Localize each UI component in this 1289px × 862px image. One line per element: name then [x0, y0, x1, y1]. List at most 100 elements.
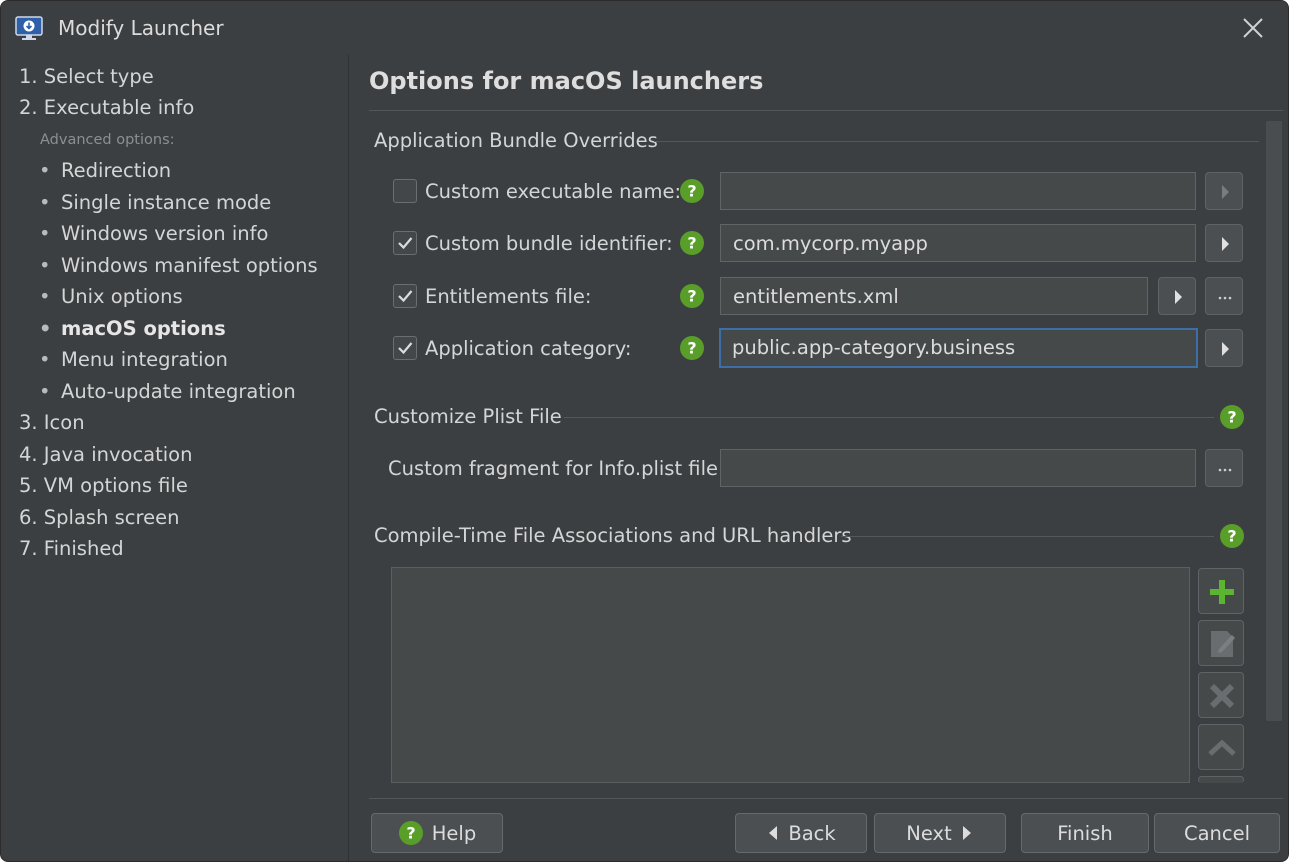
play-arrow-icon [1175, 290, 1182, 304]
application-category-input[interactable]: public.app-category.business [719, 328, 1198, 368]
checkmark-icon [398, 290, 413, 303]
play-arrow-icon [1222, 185, 1229, 199]
ellipsis-icon [1218, 468, 1232, 472]
custom-bundle-identifier-input[interactable]: com.mycorp.myapp [720, 224, 1196, 262]
bullet: • [39, 348, 51, 371]
close-icon[interactable] [1239, 14, 1267, 42]
checkmark-icon [398, 342, 413, 355]
chevron-up-icon [1208, 739, 1236, 756]
move-down-association-button[interactable] [1198, 776, 1244, 783]
help-icon: ? [398, 821, 423, 845]
nav-step-icon[interactable]: 3. Icon [19, 411, 85, 434]
help-icon[interactable]: ? [679, 230, 705, 256]
nav-sub-windows-manifest-options[interactable]: • Windows manifest options [39, 254, 318, 277]
help-button-label: Help [431, 821, 477, 845]
svg-text:?: ? [687, 234, 696, 253]
svg-text:?: ? [687, 339, 696, 358]
help-button[interactable]: ? Help [371, 813, 503, 853]
bullet: • [39, 191, 51, 214]
nav-step-select-type[interactable]: 1. Select type [19, 65, 154, 88]
plist-section-title: Customize Plist File [374, 405, 562, 428]
custom-bundle-identifier-label: Custom bundle identifier: [425, 232, 673, 255]
file-associations-list[interactable] [391, 567, 1190, 783]
plist-fragment-input[interactable] [720, 449, 1196, 487]
chevron-left-icon [769, 826, 778, 840]
nav-sub-menu-integration[interactable]: • Menu integration [39, 348, 228, 371]
entitlements-file-label: Entitlements file: [425, 285, 592, 308]
entitlements-file-input[interactable]: entitlements.xml [720, 277, 1148, 315]
bundle-overrides-section-title: Application Bundle Overrides [374, 129, 658, 152]
checkmark-icon [398, 237, 413, 250]
advanced-options-label: Advanced options: [40, 132, 175, 148]
nav-step-finished[interactable]: 7. Finished [19, 537, 124, 560]
finish-button[interactable]: Finish [1021, 813, 1149, 853]
nav-sub-label: Redirection [61, 159, 172, 182]
help-icon[interactable]: ? [679, 283, 705, 309]
application-category-variable-button[interactable] [1205, 329, 1243, 367]
executable-name-variable-button[interactable] [1205, 172, 1243, 210]
nav-sub-macos-options[interactable]: • macOS options [39, 317, 226, 340]
delete-association-button[interactable] [1198, 672, 1244, 718]
entitlements-browse-button[interactable] [1205, 277, 1243, 315]
bullet: • [39, 380, 51, 403]
custom-bundle-identifier-checkbox[interactable] [393, 231, 417, 255]
ellipsis-icon [1218, 296, 1232, 300]
svg-text:?: ? [1227, 408, 1236, 427]
entitlements-variable-button[interactable] [1158, 277, 1196, 315]
bullet: • [39, 285, 51, 308]
nav-sub-label: Auto-update integration [61, 380, 296, 403]
nav-sub-unix-options[interactable]: • Unix options [39, 285, 183, 308]
help-icon[interactable]: ? [1219, 404, 1245, 430]
svg-text:?: ? [406, 824, 415, 843]
svg-text:?: ? [1227, 527, 1236, 546]
plist-fragment-label: Custom fragment for Info.plist file: [388, 457, 725, 480]
nav-sub-label: Windows manifest options [61, 254, 318, 277]
next-button[interactable]: Next [874, 813, 1006, 853]
download-monitor-icon [15, 16, 43, 40]
nav-sub-label: Windows version info [61, 222, 269, 245]
back-button-label: Back [788, 821, 836, 845]
wizard-steps-nav: 1. Select type 2. Executable info Advanc… [1, 55, 348, 861]
play-arrow-icon [1222, 237, 1229, 251]
svg-text:?: ? [687, 287, 696, 306]
bullet: • [39, 159, 51, 182]
plist-fragment-browse-button[interactable] [1205, 449, 1243, 487]
section-separator [564, 417, 1214, 418]
move-up-association-button[interactable] [1198, 724, 1244, 770]
play-arrow-icon [1222, 342, 1229, 356]
edit-association-button[interactable] [1198, 620, 1244, 666]
nav-sub-windows-version-info[interactable]: • Windows version info [39, 222, 268, 245]
nav-sub-single-instance-mode[interactable]: • Single instance mode [39, 191, 271, 214]
nav-sub-auto-update-integration[interactable]: • Auto-update integration [39, 380, 296, 403]
help-icon[interactable]: ? [679, 178, 705, 204]
help-icon[interactable]: ? [679, 335, 705, 361]
custom-executable-name-input[interactable] [720, 172, 1196, 210]
window-title: Modify Launcher [58, 16, 224, 40]
nav-sub-label: Menu integration [61, 348, 228, 371]
help-icon[interactable]: ? [1219, 523, 1245, 549]
title-separator [369, 110, 1283, 111]
nav-step-vm-options-file[interactable]: 5. VM options file [19, 474, 188, 497]
bullet: • [39, 317, 52, 340]
modify-launcher-dialog: Modify Launcher 1. Select type 2. Execut… [0, 0, 1289, 862]
application-category-checkbox[interactable] [393, 336, 417, 360]
scrollbar-thumb[interactable] [1266, 121, 1282, 721]
section-separator [654, 141, 1259, 142]
add-association-button[interactable] [1198, 568, 1244, 614]
back-button[interactable]: Back [735, 813, 867, 853]
file-associations-section-title: Compile-Time File Associations and URL h… [374, 524, 852, 547]
nav-step-java-invocation[interactable]: 4. Java invocation [19, 443, 192, 466]
entitlements-file-checkbox[interactable] [393, 284, 417, 308]
nav-sub-redirection[interactable]: • Redirection [39, 159, 171, 182]
nav-step-splash-screen[interactable]: 6. Splash screen [19, 506, 179, 529]
section-separator [841, 536, 1214, 537]
bundle-identifier-variable-button[interactable] [1205, 224, 1243, 262]
nav-divider [348, 55, 349, 861]
add-icon [1210, 580, 1234, 604]
nav-sub-label: Single instance mode [61, 191, 272, 214]
cancel-button[interactable]: Cancel [1154, 813, 1280, 853]
page-title: Options for macOS launchers [369, 67, 764, 95]
nav-step-executable-info[interactable]: 2. Executable info [19, 96, 194, 119]
edit-icon [1211, 631, 1235, 657]
custom-executable-name-checkbox[interactable] [393, 179, 417, 203]
